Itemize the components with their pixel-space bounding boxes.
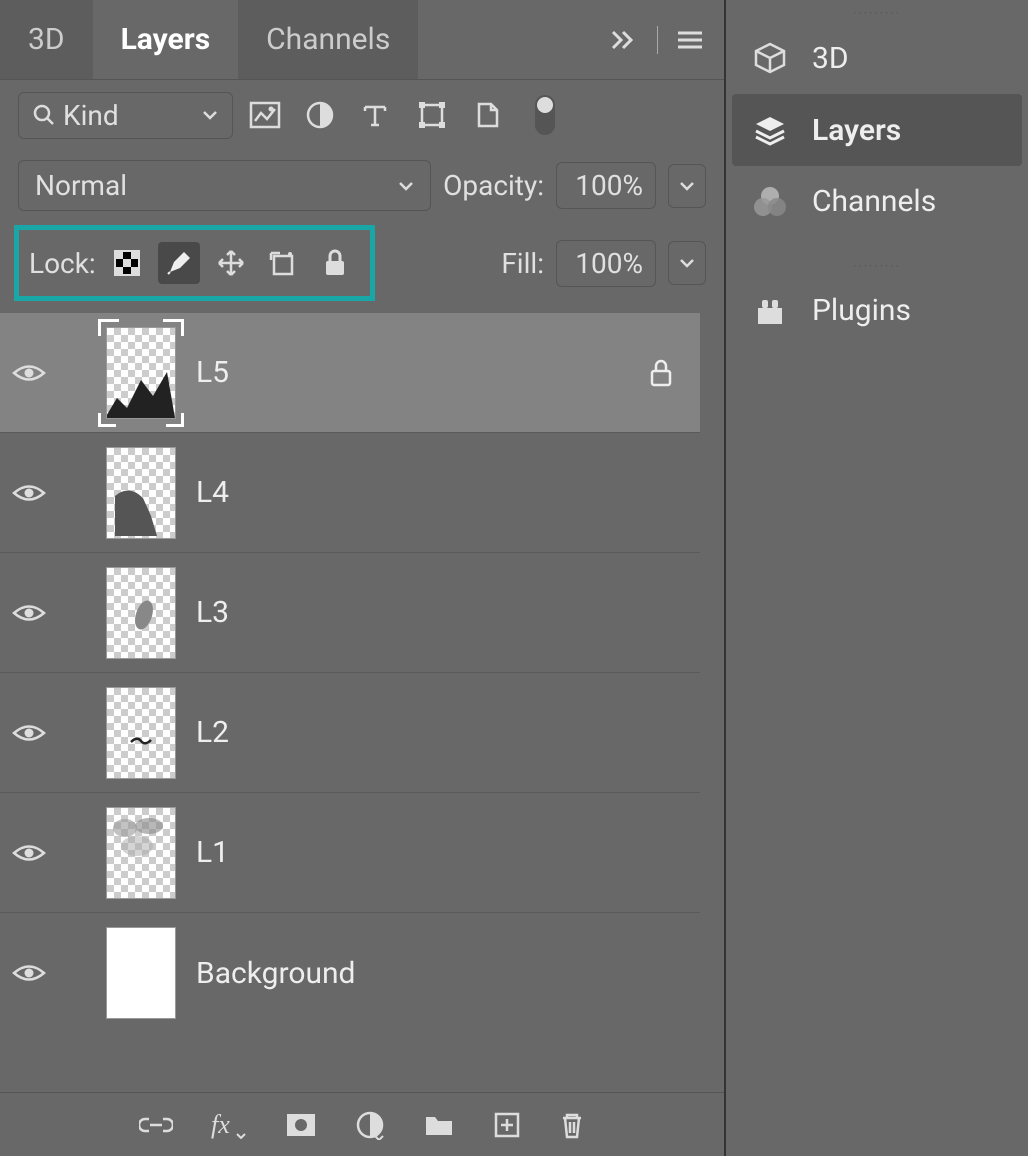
cube-icon xyxy=(750,40,790,76)
chevron-down-icon xyxy=(202,110,218,120)
link-layers-icon[interactable] xyxy=(139,1115,173,1135)
layer-row[interactable]: L1 xyxy=(0,793,700,913)
layer-thumbnail[interactable] xyxy=(106,807,176,899)
delete-layer-icon[interactable] xyxy=(559,1110,585,1140)
layer-thumbnail[interactable] xyxy=(106,327,176,419)
filter-kind-dropdown[interactable]: Kind xyxy=(18,92,233,139)
layer-style-icon[interactable]: fx xyxy=(211,1111,247,1139)
group-icon[interactable] xyxy=(423,1112,455,1138)
filter-toggle-switch[interactable] xyxy=(535,95,555,135)
panel-menu-icon[interactable] xyxy=(666,30,714,50)
opacity-value-input[interactable]: 100% xyxy=(556,162,656,209)
lock-artboard-icon[interactable] xyxy=(262,242,304,284)
layers-panel: 3D Layers Channels Kind xyxy=(0,0,724,1156)
search-icon xyxy=(33,104,55,126)
panel-footer: fx xyxy=(0,1092,724,1156)
layer-row[interactable]: L3 xyxy=(0,553,700,673)
dock-item-label: 3D xyxy=(812,41,849,76)
dock-item-layers[interactable]: Layers xyxy=(732,94,1022,166)
opacity-label: Opacity: xyxy=(443,169,544,202)
fill-dropdown-button[interactable] xyxy=(668,241,706,285)
filter-shape-icon[interactable] xyxy=(417,100,457,130)
tab-3d[interactable]: 3D xyxy=(0,0,93,79)
filter-row: Kind xyxy=(0,80,724,150)
layer-name: L4 xyxy=(196,475,229,510)
lock-row: Lock: Fill: 100% xyxy=(0,221,724,313)
dock-panel: ∙∙∙∙∙∙∙∙∙ 3D Layers Channels ∙∙∙∙∙∙∙∙∙ P… xyxy=(724,0,1028,1156)
layer-thumbnail[interactable] xyxy=(106,687,176,779)
blend-row: Normal Opacity: 100% xyxy=(0,150,724,221)
blend-mode-value: Normal xyxy=(35,169,127,202)
plugin-icon xyxy=(750,296,790,326)
lock-label: Lock: xyxy=(29,247,96,280)
layer-name: L1 xyxy=(196,835,229,870)
layer-name: L2 xyxy=(196,715,229,750)
layer-row[interactable]: Background xyxy=(0,913,700,1033)
layers-list: L5 L4 L3 L2 L1 xyxy=(0,313,724,1092)
layer-mask-icon[interactable] xyxy=(285,1112,317,1138)
filter-pixel-icon[interactable] xyxy=(249,101,289,129)
lock-pixels-icon[interactable] xyxy=(158,242,200,284)
layer-row[interactable]: L5 xyxy=(0,313,700,433)
filter-adjustment-icon[interactable] xyxy=(305,100,345,130)
filter-kind-label: Kind xyxy=(63,99,119,132)
lock-position-icon[interactable] xyxy=(210,242,252,284)
fill-label: Fill: xyxy=(501,247,544,280)
dock-item-channels[interactable]: Channels xyxy=(726,166,1028,237)
svg-text:fx: fx xyxy=(211,1111,230,1139)
lock-controls-highlight: Lock: xyxy=(14,225,375,301)
layer-row[interactable]: L4 xyxy=(0,433,700,553)
lock-all-icon[interactable] xyxy=(314,242,356,284)
layer-row[interactable]: L2 xyxy=(0,673,700,793)
visibility-toggle-icon[interactable] xyxy=(12,722,50,744)
filter-smartobject-icon[interactable] xyxy=(473,100,513,130)
dock-item-label: Layers xyxy=(812,113,901,148)
panel-grip[interactable]: ∙∙∙∙∙∙∙∙∙ xyxy=(726,259,1028,271)
layer-name: L3 xyxy=(196,595,229,630)
divider xyxy=(657,26,658,54)
layer-thumbnail[interactable] xyxy=(106,447,176,539)
layer-thumbnail[interactable] xyxy=(106,927,176,1019)
blend-mode-dropdown[interactable]: Normal xyxy=(18,160,431,211)
dock-item-plugins[interactable]: Plugins xyxy=(726,275,1028,346)
visibility-toggle-icon[interactable] xyxy=(12,962,50,984)
filter-type-icon[interactable] xyxy=(361,101,401,129)
tab-channels[interactable]: Channels xyxy=(238,0,418,79)
dock-item-label: Plugins xyxy=(812,293,911,328)
panel-tab-bar: 3D Layers Channels xyxy=(0,0,724,80)
adjustment-layer-icon[interactable] xyxy=(355,1110,385,1140)
dock-item-label: Channels xyxy=(812,184,936,219)
visibility-toggle-icon[interactable] xyxy=(12,482,50,504)
layer-thumbnail[interactable] xyxy=(106,567,176,659)
panel-grip[interactable]: ∙∙∙∙∙∙∙∙∙ xyxy=(726,6,1028,18)
channels-icon xyxy=(750,185,790,219)
layers-icon xyxy=(750,112,790,148)
layer-name: L5 xyxy=(196,355,229,390)
visibility-toggle-icon[interactable] xyxy=(12,602,50,624)
collapse-icon[interactable] xyxy=(599,28,649,52)
opacity-dropdown-button[interactable] xyxy=(668,164,706,208)
visibility-toggle-icon[interactable] xyxy=(12,362,50,384)
tab-layers[interactable]: Layers xyxy=(93,0,239,79)
lock-transparency-icon[interactable] xyxy=(106,242,148,284)
new-layer-icon[interactable] xyxy=(493,1111,521,1139)
chevron-down-icon xyxy=(398,181,414,191)
layer-name: Background xyxy=(196,956,355,991)
fill-value-input[interactable]: 100% xyxy=(556,240,656,287)
layer-locked-icon[interactable] xyxy=(648,358,674,388)
dock-item-3d[interactable]: 3D xyxy=(726,22,1028,94)
visibility-toggle-icon[interactable] xyxy=(12,842,50,864)
